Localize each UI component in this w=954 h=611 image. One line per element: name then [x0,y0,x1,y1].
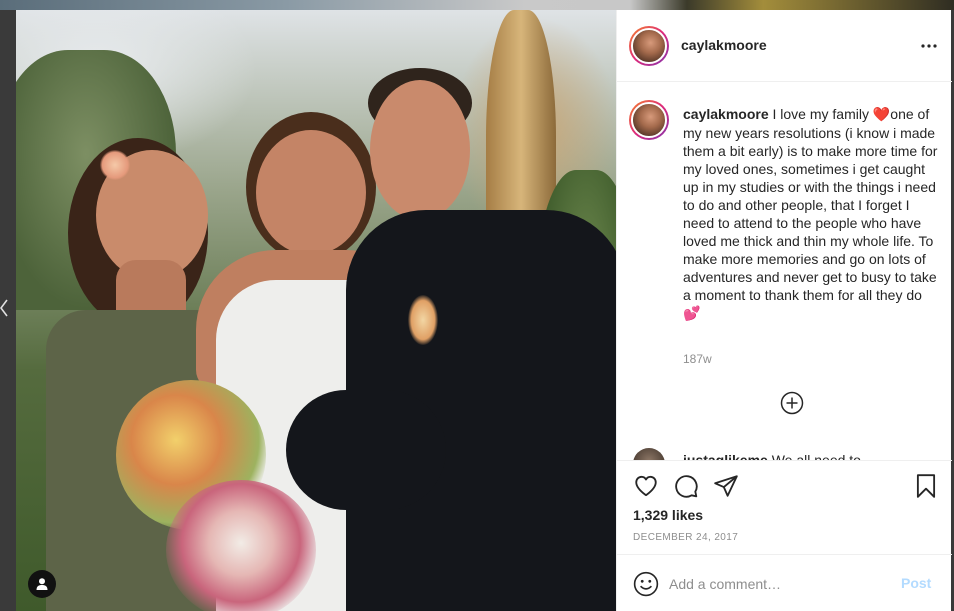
photo-jacket-arm [286,390,446,510]
add-comment-bar: Post [617,554,952,611]
author-username[interactable]: caylakmoore [681,37,767,53]
post-date[interactable]: DECEMBER 24, 2017 [633,532,738,543]
bookmark-icon[interactable] [913,473,939,499]
likes-count[interactable]: 1,329 likes [633,507,703,523]
caption-avatar[interactable] [629,100,669,140]
photo-boutonniere [408,295,438,345]
comment-input[interactable] [669,571,889,597]
caption-time-ago[interactable]: 187w [683,352,712,366]
comment-item: justaglikeme We all need to [633,444,943,460]
author-avatar[interactable] [629,26,669,66]
post-photo[interactable] [16,10,616,611]
post-comment-button[interactable]: Post [901,575,931,591]
photo-face-center [256,130,366,255]
comment-text: justaglikeme We all need to [683,452,861,460]
commenter-username[interactable]: justaglikeme [683,452,768,460]
photo-face-man [370,80,470,220]
photo-hair-flower [100,150,130,180]
smiley-icon[interactable] [633,571,659,597]
more-options-button[interactable] [917,34,941,58]
user-icon [36,578,48,590]
post-actions: 1,329 likes DECEMBER 24, 2017 [617,460,952,554]
caption-username[interactable]: caylakmoore [683,106,769,122]
post-caption: caylakmoore I love my family ❤️one of my… [683,105,939,323]
more-horizontal-icon [921,44,937,48]
caption-text-rest: one of my new years resolutions (i know … [683,106,938,303]
red-heart-emoji-icon: ❤️ [872,107,891,123]
comment-bubble-icon[interactable] [673,473,699,499]
commenter-avatar[interactable] [633,448,665,460]
plus-circle-icon[interactable] [780,391,804,415]
two-hearts-emoji-icon: 💕 [683,306,701,322]
heart-outline-icon[interactable] [633,473,659,499]
previous-chevron-icon[interactable] [0,296,8,320]
post-header: caylakmoore [617,10,952,82]
tagged-users-button[interactable] [28,570,56,598]
comments-list[interactable]: caylakmoore I love my family ❤️one of my… [617,82,952,460]
comment-body: We all need to [767,452,861,460]
background-feed-strip [0,0,954,10]
caption-text-start: I love my family [768,106,873,122]
paper-plane-icon[interactable] [713,473,739,499]
photo-protea [166,480,316,611]
post-details-panel: caylakmoore caylakmoore I love my family… [616,10,952,611]
